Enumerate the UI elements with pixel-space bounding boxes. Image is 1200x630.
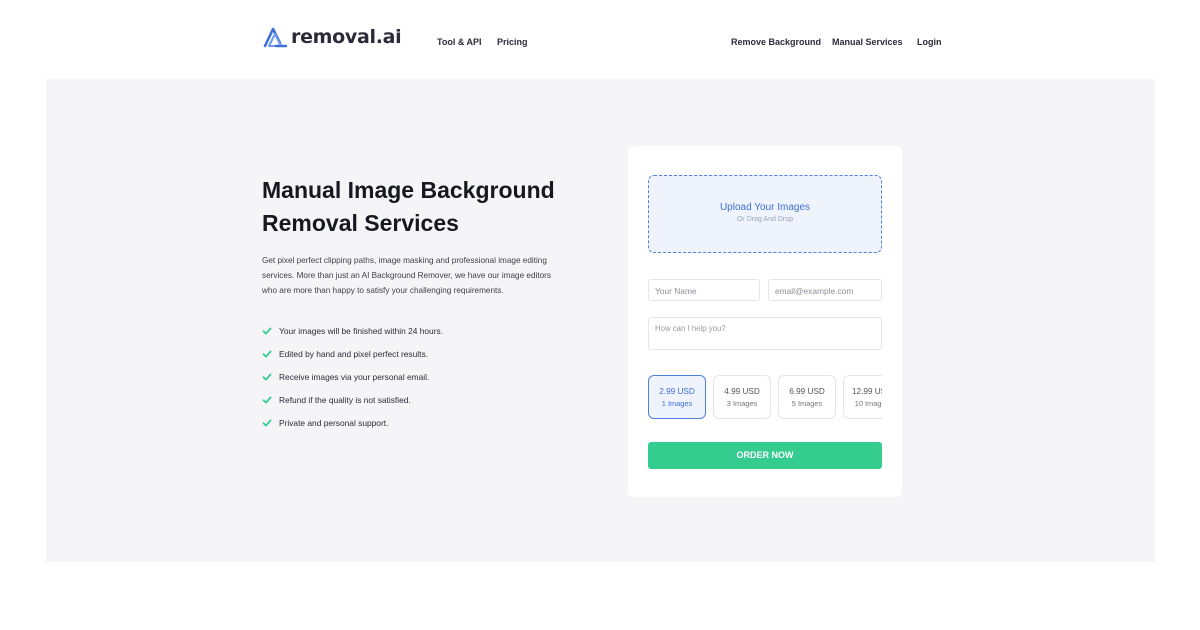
check-icon <box>262 396 272 403</box>
feature-text: Private and personal support. <box>279 417 389 428</box>
order-form-card: Upload Your Images Or Drag And Drop Your… <box>628 146 902 497</box>
nav-link-login[interactable]: Login <box>917 37 942 47</box>
upload-subtitle: Or Drag And Drop <box>736 216 794 223</box>
nav-link-tool-api[interactable]: Tool & API <box>437 37 482 47</box>
check-icon <box>262 373 272 380</box>
plan-selector: 2.99 USD 1 Images 4.99 USD 3 Images 6.99… <box>648 375 882 421</box>
hero-section <box>46 79 1155 562</box>
email-input[interactable]: email@example.com <box>768 279 882 301</box>
plan-option-3-images[interactable]: 4.99 USD 3 Images <box>713 375 771 419</box>
name-input[interactable]: Your Name <box>648 279 760 301</box>
feature-text: Edited by hand and pixel perfect results… <box>279 348 428 359</box>
feature-list: Your images will be finished within 24 h… <box>262 319 443 434</box>
hero-description: Get pixel perfect clipping paths, image … <box>262 256 551 295</box>
message-textarea[interactable]: How can I help you? <box>648 317 882 350</box>
feature-item: Refund if the quality is not satisfied. <box>262 388 443 411</box>
feature-item: Private and personal support. <box>262 411 443 434</box>
nav-link-manual-services[interactable]: Manual Services <box>832 37 903 47</box>
brand-logo[interactable]: removal.ai <box>262 25 402 49</box>
plan-option-5-images[interactable]: 6.99 USD 5 Images <box>778 375 836 419</box>
plan-option-10-images[interactable]: 12.99 USD 10 Images <box>843 375 882 419</box>
feature-item: Receive images via your personal email. <box>262 365 443 388</box>
feature-item: Edited by hand and pixel perfect results… <box>262 342 443 365</box>
feature-text: Receive images via your personal email. <box>279 371 430 382</box>
plan-price: 2.99 USD <box>659 387 695 396</box>
removal-ai-logo-icon <box>263 27 288 48</box>
brand-name: removal.ai <box>291 26 402 48</box>
plan-count: 10 Images <box>854 399 882 408</box>
plan-price: 4.99 USD <box>724 387 760 396</box>
plan-price: 12.99 USD <box>851 387 882 396</box>
nav-link-remove-background[interactable]: Remove Background <box>731 37 821 47</box>
feature-text: Refund if the quality is not satisfied. <box>279 394 411 405</box>
top-navbar: removal.ai Tool & API Pricing Remove Bac… <box>0 0 1200 79</box>
plan-count: 1 Images <box>661 399 693 408</box>
check-icon <box>262 419 272 426</box>
order-now-button[interactable]: ORDER NOW <box>648 442 882 469</box>
plan-option-1-image[interactable]: 2.99 USD 1 Images <box>648 375 706 419</box>
plan-price: 6.99 USD <box>789 387 825 396</box>
upload-dropzone[interactable]: Upload Your Images Or Drag And Drop <box>648 175 882 253</box>
check-icon <box>262 350 272 357</box>
page-title: Manual Image Background Removal Services <box>262 177 555 236</box>
feature-text: Your images will be finished within 24 h… <box>279 325 444 336</box>
feature-item: Your images will be finished within 24 h… <box>262 319 443 342</box>
nav-link-pricing[interactable]: Pricing <box>497 37 528 47</box>
plan-count: 5 Images <box>791 399 823 408</box>
upload-title: Upload Your Images <box>719 202 811 213</box>
check-icon <box>262 327 272 334</box>
plan-count: 3 Images <box>726 399 758 408</box>
